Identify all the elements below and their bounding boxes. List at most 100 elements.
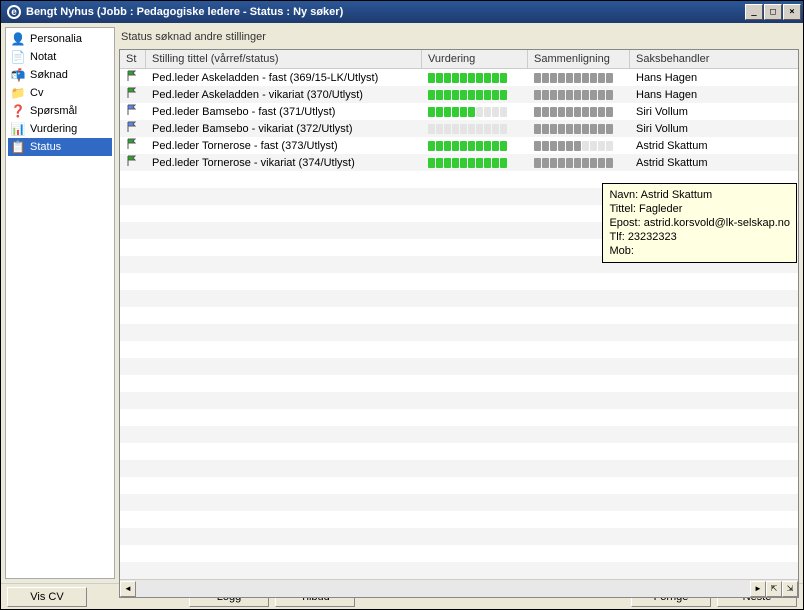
empty-row [120,477,798,494]
section-title: Status søknad andre stillinger [119,27,799,49]
table-row[interactable]: Ped.leder Bamsebo - fast (371/Utlyst)Sir… [120,103,798,120]
sidebar-item-cv[interactable]: 📁 Cv [8,84,112,102]
scroll-right-icon[interactable]: ► [750,581,766,597]
row-title: Ped.leder Tornerose - vikariat (374/Utly… [146,157,422,169]
maximize-button[interactable]: □ [764,4,782,20]
flag-icon [120,138,146,153]
empty-row [120,273,798,290]
row-sammenligning [528,124,630,134]
row-title: Ped.leder Tornerose - fast (373/Utlyst) [146,140,422,152]
vis-cv-button[interactable]: Vis CV [7,587,87,607]
notat-icon: 📄 [10,49,26,65]
horizontal-scrollbar[interactable]: ◄ ► ⇱ ⇲ [120,579,798,597]
empty-row [120,426,798,443]
close-button[interactable]: × [783,4,801,20]
row-sammenligning [528,90,630,100]
empty-row [120,341,798,358]
row-saksbehandler: Siri Vollum [630,123,798,135]
empty-row [120,545,798,562]
sidebar-item-spørsmål[interactable]: ❓ Spørsmål [8,102,112,120]
col-vurdering[interactable]: Vurdering [422,50,528,68]
row-title: Ped.leder Askeladden - vikariat (370/Utl… [146,89,422,101]
grid-body: Ped.leder Askeladden - fast (369/15-LK/U… [120,69,798,579]
sidebar-item-notat[interactable]: 📄 Notat [8,48,112,66]
window-buttons: _ □ × [745,4,801,20]
expand-down-icon[interactable]: ⇲ [782,581,798,597]
sidebar-label: Søknad [30,69,68,81]
sidebar-item-status[interactable]: 📋 Status [8,138,112,156]
empty-row [120,528,798,545]
col-saksbehandler[interactable]: Saksbehandler [630,50,798,68]
table-row[interactable]: Ped.leder Tornerose - vikariat (374/Utly… [120,154,798,171]
row-vurdering [422,141,528,151]
sidebar-item-vurdering[interactable]: 📊 Vurdering [8,120,112,138]
vurdering-icon: 📊 [10,121,26,137]
table-row[interactable]: Ped.leder Tornerose - fast (373/Utlyst) A… [120,137,798,154]
row-saksbehandler: Astrid Skattum [630,140,798,152]
flag-icon [120,70,146,85]
row-saksbehandler: Hans Hagen [630,72,798,84]
personalia-icon: 👤 [10,31,26,47]
minimize-button[interactable]: _ [745,4,763,20]
col-status[interactable]: St [120,50,146,68]
row-title: Ped.leder Bamsebo - vikariat (372/Utlyst… [146,123,422,135]
empty-row [120,358,798,375]
sidebar-label: Status [30,141,61,153]
empty-row [120,375,798,392]
expand-up-icon[interactable]: ⇱ [766,581,782,597]
row-vurdering [422,158,528,168]
søknad-icon: 📬 [10,67,26,83]
empty-row [120,392,798,409]
empty-row [120,290,798,307]
empty-row [120,562,798,579]
sidebar-item-søknad[interactable]: 📬 Søknad [8,66,112,84]
sidebar-label: Spørsmål [30,105,77,117]
row-saksbehandler: Siri Vollum [630,106,798,118]
empty-row [120,511,798,528]
flag-icon [120,121,146,136]
row-vurdering [422,90,528,100]
row-vurdering [422,73,528,83]
table-row[interactable]: Ped.leder Askeladden - fast (369/15-LK/U… [120,69,798,86]
empty-row [120,443,798,460]
sidebar: 👤 Personalia 📄 Notat 📬 Søknad 📁 Cv ❓ Spørsmål 📊 Vur… [5,27,115,579]
status-icon: 📋 [10,139,26,155]
empty-row [120,409,798,426]
scroll-left-icon[interactable]: ◄ [120,581,136,597]
sidebar-label: Vurdering [30,123,77,135]
spørsmål-icon: ❓ [10,103,26,119]
cv-icon: 📁 [10,85,26,101]
row-title: Ped.leder Askeladden - fast (369/15-LK/U… [146,72,422,84]
app-icon: e [7,5,21,19]
grid: St Stilling tittel (vårref/status) Vurde… [119,49,799,598]
sidebar-label: Notat [30,51,56,63]
window-title: Bengt Nyhus (Jobb : Pedagogiske ledere -… [26,6,745,18]
sidebar-label: Cv [30,87,43,99]
row-sammenligning [528,141,630,151]
row-vurdering [422,124,528,134]
grid-header: St Stilling tittel (vårref/status) Vurde… [120,50,798,69]
empty-row [120,307,798,324]
titlebar: e Bengt Nyhus (Jobb : Pedagogiske ledere… [1,1,803,23]
row-saksbehandler: Astrid Skattum [630,157,798,169]
main-area: 👤 Personalia 📄 Notat 📬 Søknad 📁 Cv ❓ Spørsmål 📊 Vur… [1,23,803,583]
empty-row [120,324,798,341]
col-sammenligning[interactable]: Sammenligning [528,50,630,68]
row-sammenligning [528,107,630,117]
flag-icon [120,87,146,102]
table-row[interactable]: Ped.leder Askeladden - vikariat (370/Utl… [120,86,798,103]
content: Status søknad andre stillinger St Stilli… [119,27,799,579]
row-saksbehandler: Hans Hagen [630,89,798,101]
empty-row [120,460,798,477]
row-vurdering [422,107,528,117]
row-sammenligning [528,73,630,83]
scroll-track[interactable] [136,581,750,597]
col-title[interactable]: Stilling tittel (vårref/status) [146,50,422,68]
flag-icon [120,155,146,170]
sidebar-label: Personalia [30,33,82,45]
row-sammenligning [528,158,630,168]
flag-icon [120,104,146,119]
empty-row [120,494,798,511]
table-row[interactable]: Ped.leder Bamsebo - vikariat (372/Utlyst… [120,120,798,137]
sidebar-item-personalia[interactable]: 👤 Personalia [8,30,112,48]
